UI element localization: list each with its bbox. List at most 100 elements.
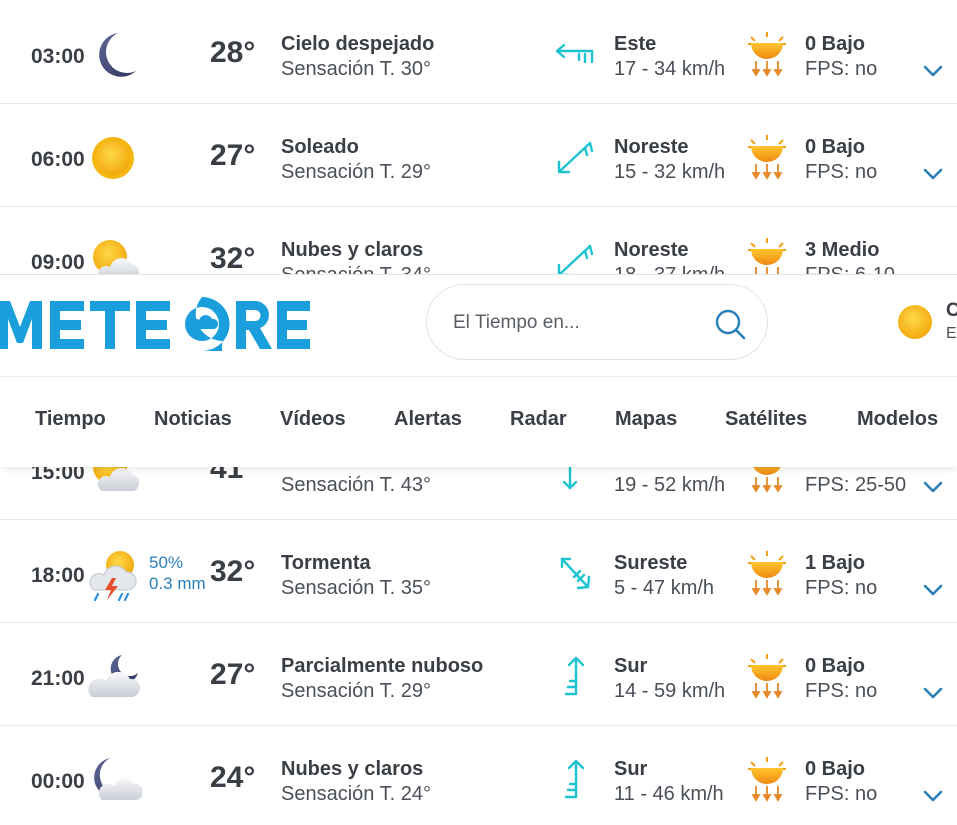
hour-time: 18:00 xyxy=(31,564,85,587)
hour-description: Nubes y claros xyxy=(281,758,424,780)
hour-time: 09:00 xyxy=(31,251,85,274)
wind-direction: Sur xyxy=(614,758,648,780)
hour-time: 00:00 xyxy=(31,770,85,793)
hour-time: 03:00 xyxy=(31,45,85,68)
wind-speed: 11 - 46 km/h xyxy=(614,783,724,805)
chevron-down-icon[interactable] xyxy=(922,63,944,79)
search-icon[interactable] xyxy=(713,307,747,341)
uv-index-icon xyxy=(748,757,786,802)
sun-protection-factor: FPS: no xyxy=(805,577,878,599)
sun-cloud-icon xyxy=(93,240,140,274)
moon-icon xyxy=(99,33,136,77)
nav-item-radar[interactable]: Radar xyxy=(510,408,567,431)
hour-feels-like: Sensación T. 30° xyxy=(281,58,431,80)
rain-probability: 50% xyxy=(149,553,184,572)
uv-index: 1 Bajo xyxy=(805,552,866,574)
chevron-down-icon[interactable] xyxy=(922,788,944,804)
nav-item-mapas[interactable]: Mapas xyxy=(615,408,677,431)
hour-row[interactable]: 18:00 50% 0.3 mm 32° Tormenta Sensación … xyxy=(0,520,957,623)
wind-direction: Noreste xyxy=(614,136,689,158)
wind-speed: 15 - 32 km/h xyxy=(614,161,726,183)
hour-temperature: 32° xyxy=(210,242,256,274)
sun-protection-factor: FPS: 25-50 xyxy=(805,474,907,496)
wind-direction: Sur xyxy=(614,655,648,677)
nav-item-videos[interactable]: Vídeos xyxy=(280,408,346,431)
nav-item-alertas[interactable]: Alertas xyxy=(394,408,462,431)
hour-row[interactable]: 21:00 27° Parcialmente nuboso Sensación … xyxy=(0,623,957,726)
search-input[interactable] xyxy=(451,307,705,339)
hour-description: Cielo despejado xyxy=(281,33,435,55)
hour-temperature: 27° xyxy=(210,139,256,172)
wind-arrow-north-icon xyxy=(564,759,585,799)
hour-time: 06:00 xyxy=(31,148,85,171)
wind-arrow-north-icon xyxy=(564,656,585,696)
uv-index-icon xyxy=(748,654,786,699)
sun-protection-factor: FPS: no xyxy=(805,783,878,805)
wind-speed: 19 - 52 km/h xyxy=(614,474,726,496)
wind-speed: 17 - 34 km/h xyxy=(614,58,726,80)
current-location-name[interactable]: C xyxy=(946,300,957,322)
wind-arrow-south-icon xyxy=(562,466,578,490)
moon-cloud-icon xyxy=(88,655,141,697)
hour-feels-like: Sensación T. 35° xyxy=(281,577,431,599)
wind-direction: Este xyxy=(614,33,657,55)
nav-item-modelos[interactable]: Modelos xyxy=(857,408,938,431)
wind-arrow-east-icon xyxy=(555,43,594,64)
sun-protection-factor: FPS: no xyxy=(805,680,878,702)
wind-speed: 14 - 59 km/h xyxy=(614,680,726,702)
hour-temperature: 27° xyxy=(210,658,256,691)
uv-index-icon xyxy=(748,135,786,180)
sun-protection-factor: FPS: no xyxy=(805,58,878,80)
meteored-logo[interactable] xyxy=(0,293,324,355)
chevron-down-icon[interactable] xyxy=(922,582,944,598)
hour-temperature: 41° xyxy=(210,466,256,485)
hour-row[interactable]: 03:00 28° Cielo despejado Sensación T. 3… xyxy=(0,1,957,104)
uv-index: 3 Medio xyxy=(805,239,880,261)
uv-index: 0 Bajo xyxy=(805,758,866,780)
site-header: C E Tiempo Noticias Vídeos Alertas Radar… xyxy=(0,274,957,467)
hour-description: Parcialmente nuboso xyxy=(281,655,484,677)
wind-arrow-northeast-icon xyxy=(557,244,594,274)
chevron-down-icon[interactable] xyxy=(922,166,944,182)
hour-temperature: 32° xyxy=(210,555,256,588)
sun-icon xyxy=(898,305,932,339)
hour-time: 21:00 xyxy=(31,667,85,690)
wind-direction: Noreste xyxy=(614,239,689,261)
uv-index: 0 Bajo xyxy=(805,655,866,677)
wind-arrow-northeast-icon xyxy=(557,141,594,174)
hour-description: Soleado xyxy=(281,136,359,158)
wind-direction: Sureste xyxy=(614,552,688,574)
storm-icon xyxy=(89,551,137,602)
sun-protection-factor: FPS: 6-10 xyxy=(805,264,895,274)
chevron-down-icon[interactable] xyxy=(922,479,944,495)
current-location-detail: E xyxy=(946,325,957,342)
sun-icon xyxy=(92,137,134,179)
nav-item-satelites[interactable]: Satélites xyxy=(725,408,807,431)
uv-index-icon xyxy=(748,551,786,596)
uv-index-icon xyxy=(748,32,786,77)
hour-time: 15:00 xyxy=(31,466,85,484)
hour-description: Nubes y claros xyxy=(281,239,424,261)
hour-feels-like: Sensación T. 43° xyxy=(281,474,431,496)
hour-row[interactable]: 00:00 24° Nubes y claros Sensación T. 24… xyxy=(0,726,957,825)
hour-temperature: 28° xyxy=(210,36,256,69)
nav-item-noticias[interactable]: Noticias xyxy=(154,408,232,431)
uv-index-icon xyxy=(751,466,783,493)
sun-protection-factor: FPS: no xyxy=(805,161,878,183)
hour-row[interactable]: 06:00 27° Soleado Sensación T. 29° Nores… xyxy=(0,104,957,207)
rain-info: 50% 0.3 mm xyxy=(149,552,206,594)
rain-amount: 0.3 mm xyxy=(149,574,206,593)
hour-feels-like: Sensación T. 34° xyxy=(281,264,431,274)
nav-item-tiempo[interactable]: Tiempo xyxy=(35,408,106,431)
hour-temperature: 24° xyxy=(210,761,256,794)
hour-row[interactable]: 15:00 41° Sensación T. 43° 19 - 52 km/h … xyxy=(0,466,957,520)
hour-row[interactable]: 09:00 32° Nubes y claros Sensación T. 34… xyxy=(0,207,957,274)
sun-cloud-icon xyxy=(93,466,140,491)
uv-index-icon xyxy=(748,238,786,274)
wind-arrow-southeast-icon xyxy=(560,557,591,590)
search-box[interactable] xyxy=(426,284,768,360)
wind-speed: 5 - 47 km/h xyxy=(614,577,715,599)
hour-feels-like: Sensación T. 29° xyxy=(281,680,431,702)
chevron-down-icon[interactable] xyxy=(922,685,944,701)
moon-cloud-icon xyxy=(94,758,142,800)
